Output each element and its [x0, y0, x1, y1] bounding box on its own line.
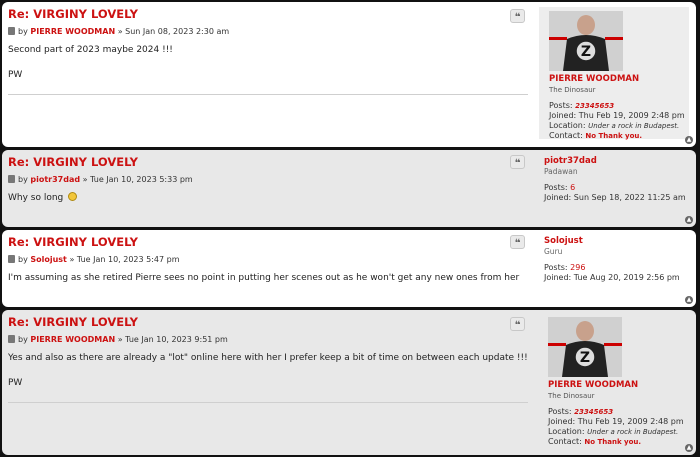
z-logo-avatar[interactable]: Z: [549, 11, 623, 71]
avatar-image: Z: [548, 317, 622, 377]
posts-count-link[interactable]: 296: [570, 263, 585, 272]
byline-separator: »: [69, 255, 75, 264]
profile-location: Location: Under a rock in Budapest.: [548, 427, 679, 436]
post-content: Second part of 2023 maybe 2024 !!! PW: [8, 44, 533, 81]
quote-icon: ❝: [514, 158, 521, 169]
post-date: Tue Jan 10, 2023 9:51 pm: [125, 335, 228, 344]
arrow-up-icon[interactable]: ▲: [685, 444, 693, 452]
profile-joined: Joined: Thu Feb 19, 2009 2:48 pm: [548, 417, 684, 426]
post-date: Tue Jan 10, 2023 5:33 pm: [90, 175, 193, 184]
quote-icon: ❝: [514, 238, 521, 249]
post-date: Sun Jan 08, 2023 2:30 am: [125, 27, 230, 36]
post-text-line: I'm assuming as she retired Pierre sees …: [8, 273, 520, 283]
post-content: Yes and also as there are already a "lot…: [8, 352, 533, 389]
user-profile: Z PIERRE WOODMAN The Dinosaur Posts: 233…: [548, 317, 693, 447]
post-doc-icon[interactable]: [8, 175, 15, 183]
z-logo-avatar[interactable]: Z: [548, 317, 622, 377]
post-text-line: PW: [8, 378, 23, 388]
profile-rank: Guru: [544, 247, 563, 256]
profile-joined: Joined: Sun Sep 18, 2022 11:25 am: [544, 193, 686, 202]
post-body: Re: VIRGINY LOVELY by Solojust » Tue Jan…: [8, 235, 533, 284]
user-profile: piotr37dad Padawan Posts: 6 Joined: Sun …: [544, 156, 694, 203]
profile-location: Location: Under a rock in Budapest.: [549, 121, 680, 130]
post-text-line: Why so long: [8, 193, 64, 203]
post-body: Re: VIRGINY LOVELY by PIERRE WOODMAN » T…: [8, 315, 533, 403]
arrow-up-icon[interactable]: ▲: [685, 216, 693, 224]
post-author-link[interactable]: Solojust: [30, 255, 67, 264]
post-title[interactable]: Re: VIRGINY LOVELY: [8, 235, 533, 250]
contact-link[interactable]: No Thank you.: [584, 438, 641, 446]
quote-button[interactable]: ❝: [510, 155, 525, 169]
profile-posts: Posts: 6: [544, 183, 576, 192]
posts-count-link[interactable]: 23345653: [575, 102, 614, 110]
post-byline: by Solojust » Tue Jan 10, 2023 5:47 pm: [8, 254, 533, 265]
post-date: Tue Jan 10, 2023 5:47 pm: [76, 255, 180, 264]
by-label: by: [18, 335, 28, 344]
post-author-link[interactable]: piotr37dad: [30, 175, 80, 184]
post-text-line: PW: [8, 70, 23, 80]
profile-rank: The Dinosaur: [548, 392, 595, 400]
posts-count-link[interactable]: 6: [570, 183, 575, 192]
signature-divider: [8, 94, 528, 95]
post-content: Why so long: [8, 192, 533, 204]
post: Re: VIRGINY LOVELY by PIERRE WOODMAN » T…: [2, 310, 696, 455]
arrow-up-icon[interactable]: ▲: [685, 136, 693, 144]
byline-separator: »: [82, 175, 88, 184]
by-label: by: [18, 27, 28, 36]
quote-button[interactable]: ❝: [510, 235, 525, 249]
user-profile: Solojust Guru Posts: 296 Joined: Tue Aug…: [544, 236, 694, 283]
signature-divider: [8, 402, 528, 403]
by-label: by: [18, 255, 28, 264]
post-body: Re: VIRGINY LOVELY by piotr37dad » Tue J…: [8, 155, 533, 204]
quote-button[interactable]: ❝: [510, 9, 525, 23]
contact-link[interactable]: No Thank you.: [585, 132, 642, 140]
post-author-link[interactable]: PIERRE WOODMAN: [30, 335, 115, 344]
profile-rank: Padawan: [544, 167, 578, 176]
svg-text:Z: Z: [581, 44, 591, 60]
post-byline: by PIERRE WOODMAN » Sun Jan 08, 2023 2:3…: [8, 26, 533, 37]
byline-separator: »: [117, 27, 123, 36]
by-label: by: [18, 175, 28, 184]
user-profile: Z PIERRE WOODMAN The Dinosaur Posts: 233…: [549, 11, 694, 141]
profile-joined: Joined: Thu Feb 19, 2009 2:48 pm: [549, 111, 685, 120]
profile-posts: Posts: 23345653: [548, 407, 614, 416]
quote-icon: ❝: [514, 12, 521, 23]
post-doc-icon[interactable]: [8, 27, 15, 35]
avatar-image: Z: [549, 11, 623, 71]
post-byline: by piotr37dad » Tue Jan 10, 2023 5:33 pm: [8, 174, 533, 185]
byline-separator: »: [117, 335, 123, 344]
post-text-line: Yes and also as there are already a "lot…: [8, 353, 528, 363]
post-doc-icon[interactable]: [8, 335, 15, 343]
arrow-up-icon[interactable]: ▲: [685, 296, 693, 304]
post-author-link[interactable]: PIERRE WOODMAN: [30, 27, 115, 36]
post-body: Re: VIRGINY LOVELY by PIERRE WOODMAN » S…: [8, 7, 533, 95]
post-title[interactable]: Re: VIRGINY LOVELY: [8, 155, 533, 170]
post: Re: VIRGINY LOVELY by piotr37dad » Tue J…: [2, 150, 696, 227]
posts-count-link[interactable]: 23345653: [574, 408, 613, 416]
profile-posts: Posts: 296: [544, 263, 586, 272]
profile-username[interactable]: Solojust: [544, 236, 694, 247]
post-byline: by PIERRE WOODMAN » Tue Jan 10, 2023 9:5…: [8, 334, 533, 345]
post: Re: VIRGINY LOVELY by Solojust » Tue Jan…: [2, 230, 696, 307]
svg-text:Z: Z: [580, 350, 590, 366]
post-doc-icon[interactable]: [8, 255, 15, 263]
profile-joined: Joined: Tue Aug 20, 2019 2:56 pm: [544, 273, 680, 282]
profile-contact: Contact: No Thank you.: [548, 437, 642, 446]
profile-username[interactable]: PIERRE WOODMAN: [548, 380, 693, 391]
post-title[interactable]: Re: VIRGINY LOVELY: [8, 315, 533, 330]
quote-button[interactable]: ❝: [510, 317, 525, 331]
profile-username[interactable]: piotr37dad: [544, 156, 694, 167]
profile-rank: The Dinosaur: [549, 86, 596, 94]
profile-posts: Posts: 23345653: [549, 101, 615, 110]
post-content: I'm assuming as she retired Pierre sees …: [8, 272, 533, 284]
confused-face-icon: [68, 192, 78, 201]
post-title[interactable]: Re: VIRGINY LOVELY: [8, 7, 533, 22]
quote-icon: ❝: [514, 320, 521, 331]
post: Re: VIRGINY LOVELY by PIERRE WOODMAN » S…: [2, 2, 696, 147]
post-text-line: Second part of 2023 maybe 2024 !!!: [8, 45, 173, 55]
profile-username[interactable]: PIERRE WOODMAN: [549, 74, 694, 85]
profile-contact: Contact: No Thank you.: [549, 131, 643, 140]
